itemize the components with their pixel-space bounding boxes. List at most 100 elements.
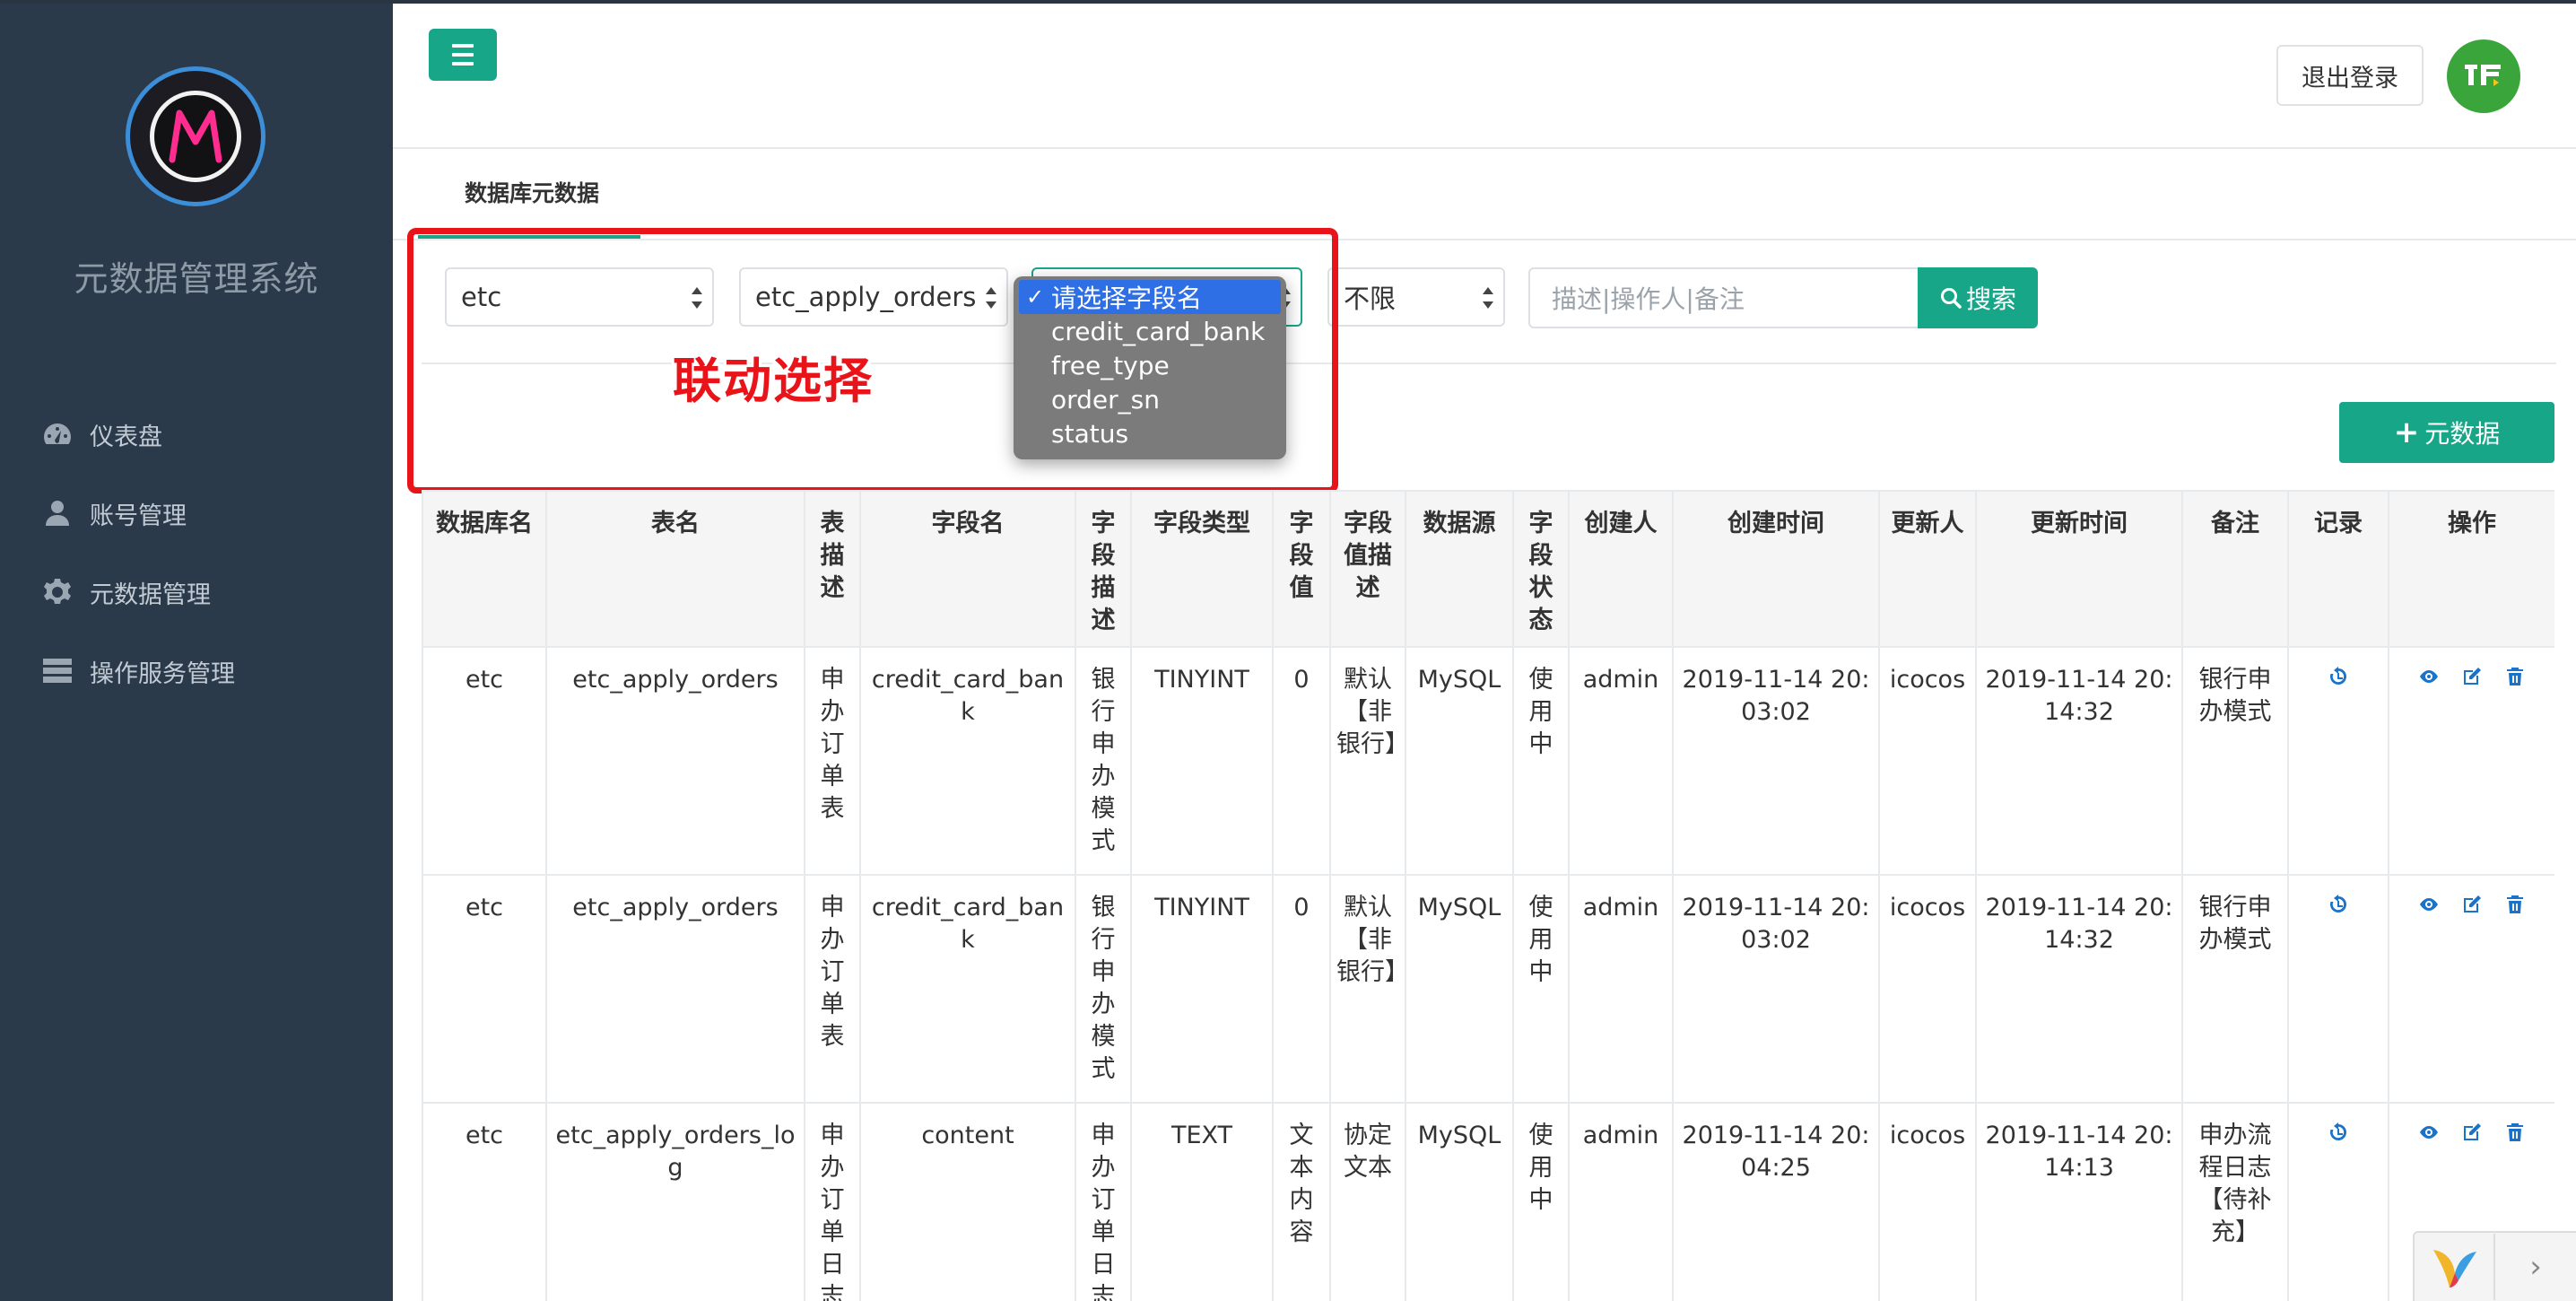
cell-updater: icocos bbox=[1878, 874, 1977, 1104]
column-header: 数据库名 bbox=[422, 490, 547, 648]
dashboard-icon bbox=[44, 423, 71, 444]
cell-value: 0 bbox=[1272, 646, 1331, 876]
cell-updated: 2019-11-14 20:14:13 bbox=[1975, 1102, 2183, 1301]
cell-source: MySQL bbox=[1405, 874, 1514, 1104]
cell-updated: 2019-11-14 20:14:32 bbox=[1975, 646, 2183, 876]
cell-value: 0 bbox=[1272, 874, 1331, 1104]
history-icon[interactable] bbox=[2328, 892, 2349, 913]
cell-created: 2019-11-14 20:04:25 bbox=[1672, 1102, 1880, 1301]
chevron-right-icon[interactable]: › bbox=[2495, 1249, 2576, 1285]
dropdown-option[interactable]: ✓ 请选择字段名 bbox=[1019, 280, 1281, 314]
table-row: etc etc_apply_orders 申办订单表 credit_card_bank… bbox=[422, 646, 2554, 876]
cell-history bbox=[2287, 874, 2389, 1104]
sidebar-item-accounts[interactable]: 账号管理 bbox=[0, 474, 393, 553]
column-header: 字段描述 bbox=[1075, 490, 1132, 648]
cell-type: TINYINT bbox=[1130, 646, 1274, 876]
column-header: 字段值 bbox=[1272, 490, 1331, 648]
cell-table-desc: 申办订单表 bbox=[804, 874, 861, 1104]
app-logo bbox=[126, 66, 265, 206]
logo-m-icon bbox=[150, 91, 241, 182]
delete-trash-icon[interactable] bbox=[2504, 1120, 2526, 1141]
cell-value-desc: 默认【非银行】 bbox=[1329, 646, 1409, 876]
history-icon[interactable] bbox=[2328, 664, 2349, 685]
cell-creator: admin bbox=[1568, 646, 1674, 876]
debug-toolbar[interactable]: › bbox=[2413, 1231, 2576, 1301]
sidebar-item-label: 元数据管理 bbox=[90, 581, 211, 609]
add-metadata-button[interactable]: + 元数据 bbox=[2339, 402, 2554, 463]
cell-value: 文本内容 bbox=[1272, 1102, 1331, 1301]
field-dropdown-menu: ✓ 请选择字段名 credit_card_bank free_type orde… bbox=[1014, 276, 1286, 459]
avatar[interactable] bbox=[2447, 39, 2520, 113]
cell-created: 2019-11-14 20:03:02 bbox=[1672, 874, 1880, 1104]
cell-state: 使用中 bbox=[1512, 646, 1570, 876]
dropdown-option[interactable]: free_type bbox=[1014, 348, 1286, 382]
view-eye-icon[interactable] bbox=[2418, 1120, 2440, 1141]
column-header: 创建时间 bbox=[1672, 490, 1880, 648]
cell-remark: 银行申办模式 bbox=[2181, 874, 2289, 1104]
search-button[interactable]: 搜索 bbox=[1918, 267, 2038, 328]
cell-state: 使用中 bbox=[1512, 1102, 1570, 1301]
view-eye-icon[interactable] bbox=[2418, 892, 2440, 913]
cell-field-desc: 银行申办模式 bbox=[1075, 646, 1132, 876]
dropdown-option[interactable]: credit_card_bank bbox=[1014, 314, 1286, 348]
column-header: 备注 bbox=[2181, 490, 2289, 648]
column-header: 更新人 bbox=[1878, 490, 1977, 648]
sidebar-item-label: 账号管理 bbox=[90, 502, 187, 530]
cell-updater: icocos bbox=[1878, 646, 1977, 876]
status-select[interactable]: 不限 bbox=[1327, 267, 1505, 327]
delete-trash-icon[interactable] bbox=[2504, 664, 2526, 685]
hamburger-icon bbox=[452, 44, 474, 48]
sidebar-item-dashboard[interactable]: 仪表盘 bbox=[0, 395, 393, 474]
cell-created: 2019-11-14 20:03:02 bbox=[1672, 646, 1880, 876]
gear-icon bbox=[44, 579, 71, 604]
cell-type: TINYINT bbox=[1130, 874, 1274, 1104]
sidebar-item-label: 操作服务管理 bbox=[90, 659, 235, 688]
column-header: 记录 bbox=[2287, 490, 2389, 648]
status-select-value: 不限 bbox=[1344, 284, 1397, 314]
cell-history bbox=[2287, 1102, 2389, 1301]
edit-icon[interactable] bbox=[2461, 664, 2483, 685]
cell-creator: admin bbox=[1568, 1102, 1674, 1301]
column-header: 字段状态 bbox=[1512, 490, 1570, 648]
view-eye-icon[interactable] bbox=[2418, 664, 2440, 685]
dropdown-option-label: credit_card_bank bbox=[1051, 316, 1266, 346]
cell-field: credit_card_bank bbox=[859, 646, 1076, 876]
cell-table: etc_apply_orders bbox=[545, 646, 805, 876]
add-metadata-label: 元数据 bbox=[2424, 419, 2501, 449]
cell-db: etc bbox=[422, 1102, 547, 1301]
dropdown-option[interactable]: status bbox=[1014, 416, 1286, 450]
menu-toggle-button[interactable] bbox=[429, 29, 497, 81]
logout-button[interactable]: 退出登录 bbox=[2276, 45, 2424, 106]
dropdown-option-label: free_type bbox=[1051, 350, 1170, 380]
cell-db: etc bbox=[422, 874, 547, 1104]
sidebar-item-services[interactable]: 操作服务管理 bbox=[0, 632, 393, 711]
cell-source: MySQL bbox=[1405, 1102, 1514, 1301]
cell-field-desc: 银行申办模式 bbox=[1075, 874, 1132, 1104]
history-icon[interactable] bbox=[2328, 1120, 2349, 1141]
column-header: 字段名 bbox=[859, 490, 1076, 648]
column-header: 字段值描述 bbox=[1329, 490, 1406, 648]
metadata-table: 数据库名 表名 表描述 字段名 字段描述 字段类型 字段值 字段值描述 数据源 字段状态 创建人 创建… bbox=[422, 490, 2554, 1301]
cell-history bbox=[2287, 646, 2389, 876]
search-input[interactable]: 描述|操作人|备注 bbox=[1528, 267, 1919, 328]
app-title: 元数据管理系统 bbox=[74, 259, 319, 299]
table-row: etc etc_apply_orders 申办订单表 credit_card_bank… bbox=[422, 874, 2554, 1104]
dropdown-option[interactable]: order_sn bbox=[1014, 382, 1286, 416]
select-arrows-icon bbox=[1482, 285, 1494, 312]
dropdown-option-label: 请选择字段名 bbox=[1051, 284, 1203, 313]
dropdown-option-label: order_sn bbox=[1051, 384, 1160, 415]
column-header: 数据源 bbox=[1405, 490, 1514, 648]
delete-trash-icon[interactable] bbox=[2504, 892, 2526, 913]
annotation-label: 联动选择 bbox=[673, 353, 874, 409]
sidebar-item-metadata[interactable]: 元数据管理 bbox=[0, 553, 393, 632]
tab-database-metadata[interactable]: 数据库元数据 bbox=[465, 176, 599, 208]
search-icon bbox=[1940, 288, 1962, 309]
search-button-label: 搜索 bbox=[1965, 284, 2016, 314]
edit-icon[interactable] bbox=[2461, 1120, 2483, 1141]
cell-field-desc: 申办订单日志 bbox=[1075, 1102, 1132, 1301]
cell-actions bbox=[2388, 874, 2554, 1104]
top-border bbox=[0, 0, 2576, 4]
sidebar-item-label: 仪表盘 bbox=[90, 423, 162, 451]
edit-icon[interactable] bbox=[2461, 892, 2483, 913]
checkmark-icon: ✓ bbox=[1026, 284, 1045, 310]
